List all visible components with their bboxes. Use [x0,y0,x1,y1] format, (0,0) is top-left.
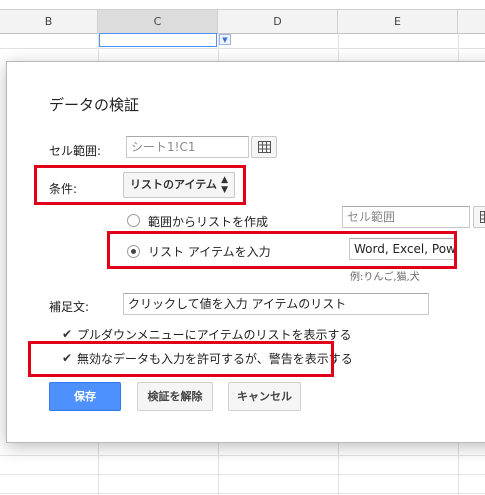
highlight-allow-invalid [28,341,334,377]
column-header-e[interactable]: E [338,10,458,33]
highlight-criteria [34,165,246,205]
select-range-button[interactable] [251,136,277,158]
remove-validation-button[interactable]: 検証を解除 [137,382,213,411]
cell-range-input[interactable]: シート1!C1 [126,136,249,158]
radio-from-range[interactable] [127,214,140,227]
checkbox-show-dropdown[interactable]: ✔ [62,328,73,340]
highlight-list-items [107,231,457,269]
help-text-label: 補足文: [49,300,90,314]
cell-dropdown-arrow-icon[interactable]: ▼ [219,34,231,45]
range-input[interactable]: セル範囲 [342,206,470,228]
row-divider [0,474,485,475]
example-hint: 例:りんご,猫,犬 [350,272,420,283]
dialog-title: データの検証 [49,96,140,114]
save-button[interactable]: 保存 [49,382,121,411]
grid-icon [258,141,271,153]
column-header-c[interactable]: C [98,10,218,33]
row-divider [0,48,485,49]
select-range-button-2[interactable] [473,206,485,228]
radio-from-range-label: 範囲からリストを作成 [148,215,269,229]
row-divider [0,455,485,456]
selected-cell-c1[interactable] [99,33,217,47]
row-divider [0,493,485,494]
grid-icon [480,211,485,223]
column-header-b[interactable]: B [0,10,98,33]
column-header-row: B C D E [0,9,485,34]
cell-range-label: セル範囲: [49,144,102,158]
help-text-input[interactable]: クリックして値を入力 アイテムのリスト [123,293,429,315]
column-header-d[interactable]: D [218,10,338,33]
cancel-button[interactable]: キャンセル [228,382,301,411]
